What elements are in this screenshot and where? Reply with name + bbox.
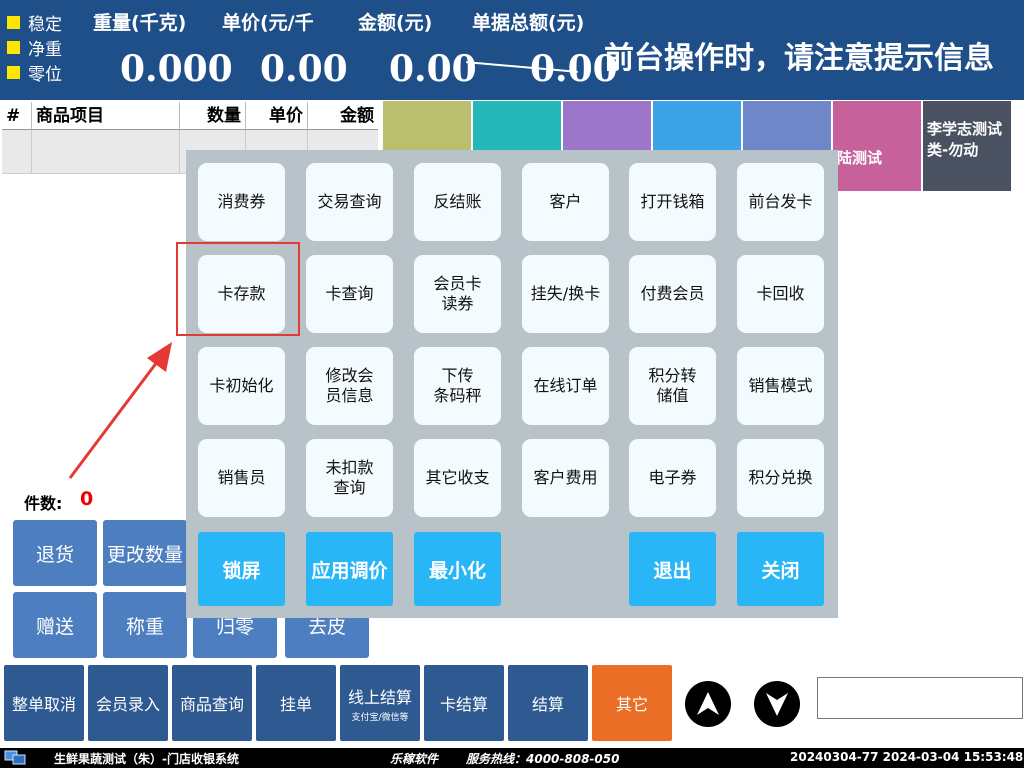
hold-order-button[interactable]: 挂单 xyxy=(256,665,336,741)
indicator-square-icon xyxy=(7,16,20,29)
settle-button[interactable]: 结算 xyxy=(508,665,588,741)
indicator-net: 净重 xyxy=(7,35,62,60)
product-query-button[interactable]: 商品查询 xyxy=(172,665,252,741)
scroll-down-button[interactable] xyxy=(754,681,800,727)
card-settle-button[interactable]: 卡结算 xyxy=(424,665,504,741)
reverse-settle-button[interactable]: 反结账 xyxy=(414,163,501,241)
report-loss-replace-button[interactable]: 挂失/换卡 xyxy=(522,255,609,333)
col-item: 商品项目 xyxy=(32,102,180,129)
gift-button[interactable]: 赠送 xyxy=(13,592,97,658)
arrow-down-icon xyxy=(766,693,788,716)
close-button[interactable]: 关闭 xyxy=(737,532,824,606)
transaction-query-button[interactable]: 交易查询 xyxy=(306,163,393,241)
item-count-value: 0 xyxy=(80,488,94,510)
edit-member-info-button[interactable]: 修改会 员信息 xyxy=(306,347,393,425)
function-menu-popup: 消费券 交易查询 反结账 客户 打开钱箱 前台发卡 卡存款 卡查询 会员卡 读券… xyxy=(186,150,838,618)
apply-price-adjust-button[interactable]: 应用调价 xyxy=(306,532,393,606)
service-hotline: 服务热线：4000-808-050 xyxy=(466,752,620,766)
customer-fee-button[interactable]: 客户费用 xyxy=(522,439,609,517)
item-count-label: 件数: xyxy=(24,494,63,513)
voucher-button[interactable]: 消费券 xyxy=(198,163,285,241)
minimize-button[interactable]: 最小化 xyxy=(414,532,501,606)
other-button[interactable]: 其它 xyxy=(592,665,672,741)
category-tile-lixuezhi[interactable]: 李学志测试类-勿动 xyxy=(923,101,1011,191)
system-name: 生鲜果蔬测试（朱）-门店收银系统 xyxy=(54,752,239,766)
cancel-order-button[interactable]: 整单取消 xyxy=(4,665,84,741)
return-button[interactable]: 退货 xyxy=(13,520,97,586)
exit-button[interactable]: 退出 xyxy=(629,532,716,606)
change-qty-button[interactable]: 更改数量 xyxy=(103,520,187,586)
col-qty: 数量 xyxy=(180,102,246,129)
indicator-zero: 零位 xyxy=(7,60,62,85)
operation-notice: 前台操作时，请注意提示信息 xyxy=(604,41,994,76)
e-voucher-button[interactable]: 电子券 xyxy=(629,439,716,517)
highlight-box xyxy=(176,242,300,336)
points-to-stored-value-button[interactable]: 积分转 储值 xyxy=(629,347,716,425)
indicator-stable: 稳定 xyxy=(7,10,62,35)
other-income-expense-button[interactable]: 其它收支 xyxy=(414,439,501,517)
indicator-square-icon xyxy=(7,66,20,79)
card-recycle-button[interactable]: 卡回收 xyxy=(737,255,824,333)
col-price: 单价 xyxy=(246,102,308,129)
total-label: 单据总额(元) xyxy=(472,12,585,34)
category-tile-lu-test[interactable]: 陆测试 xyxy=(833,101,921,191)
paid-member-button[interactable]: 付费会员 xyxy=(629,255,716,333)
scale-indicators: 稳定 净重 零位 xyxy=(7,10,62,85)
weigh-button[interactable]: 称重 xyxy=(103,592,187,658)
table-header: # 商品项目 数量 单价 金额 xyxy=(2,102,378,130)
card-init-button[interactable]: 卡初始化 xyxy=(198,347,285,425)
weight-label: 重量(千克) xyxy=(93,12,187,34)
col-amount: 金额 xyxy=(340,106,374,126)
undeducted-query-button[interactable]: 未扣款 查询 xyxy=(306,439,393,517)
points-redeem-button[interactable]: 积分兑换 xyxy=(737,439,824,517)
company-name: 乐稼软件 xyxy=(390,752,439,766)
member-card-read-voucher-button[interactable]: 会员卡 读券 xyxy=(414,255,501,333)
amount-label: 金额(元) xyxy=(358,12,433,34)
lock-screen-button[interactable]: 锁屏 xyxy=(198,532,285,606)
sales-mode-button[interactable]: 销售模式 xyxy=(737,347,824,425)
amount-value: 0.00 xyxy=(389,48,477,90)
barcode-input[interactable] xyxy=(817,677,1023,719)
card-query-button[interactable]: 卡查询 xyxy=(306,255,393,333)
issue-card-button[interactable]: 前台发卡 xyxy=(737,163,824,241)
online-order-button[interactable]: 在线订单 xyxy=(522,347,609,425)
weight-value: 0.000 xyxy=(120,48,233,90)
unit-price-label: 单价(元/千 xyxy=(222,12,314,34)
datetime: 20240304-77 2024-03-04 15:53:48 xyxy=(790,750,1024,764)
open-drawer-button[interactable]: 打开钱箱 xyxy=(629,163,716,241)
indicator-square-icon xyxy=(7,41,20,54)
col-index: # xyxy=(2,102,32,129)
online-settle-button[interactable]: 线上结算 支付宝/微信等 xyxy=(340,665,420,741)
member-entry-button[interactable]: 会员录入 xyxy=(88,665,168,741)
status-bar: 生鲜果蔬测试（朱）-门店收银系统 乐稼软件 服务热线：4000-808-050 … xyxy=(0,748,1024,768)
network-computer-icon xyxy=(4,750,26,765)
scale-header: 稳定 净重 零位 重量(千克) 单价(元/千 金额(元) 单据总额(元) 0.0… xyxy=(0,0,1024,100)
customer-button[interactable]: 客户 xyxy=(522,163,609,241)
salesperson-button[interactable]: 销售员 xyxy=(198,439,285,517)
download-barcode-scale-button[interactable]: 下传 条码秤 xyxy=(414,347,501,425)
scroll-up-button[interactable] xyxy=(685,681,731,727)
unit-price-value: 0.00 xyxy=(260,48,348,90)
arrow-up-icon xyxy=(697,692,719,715)
